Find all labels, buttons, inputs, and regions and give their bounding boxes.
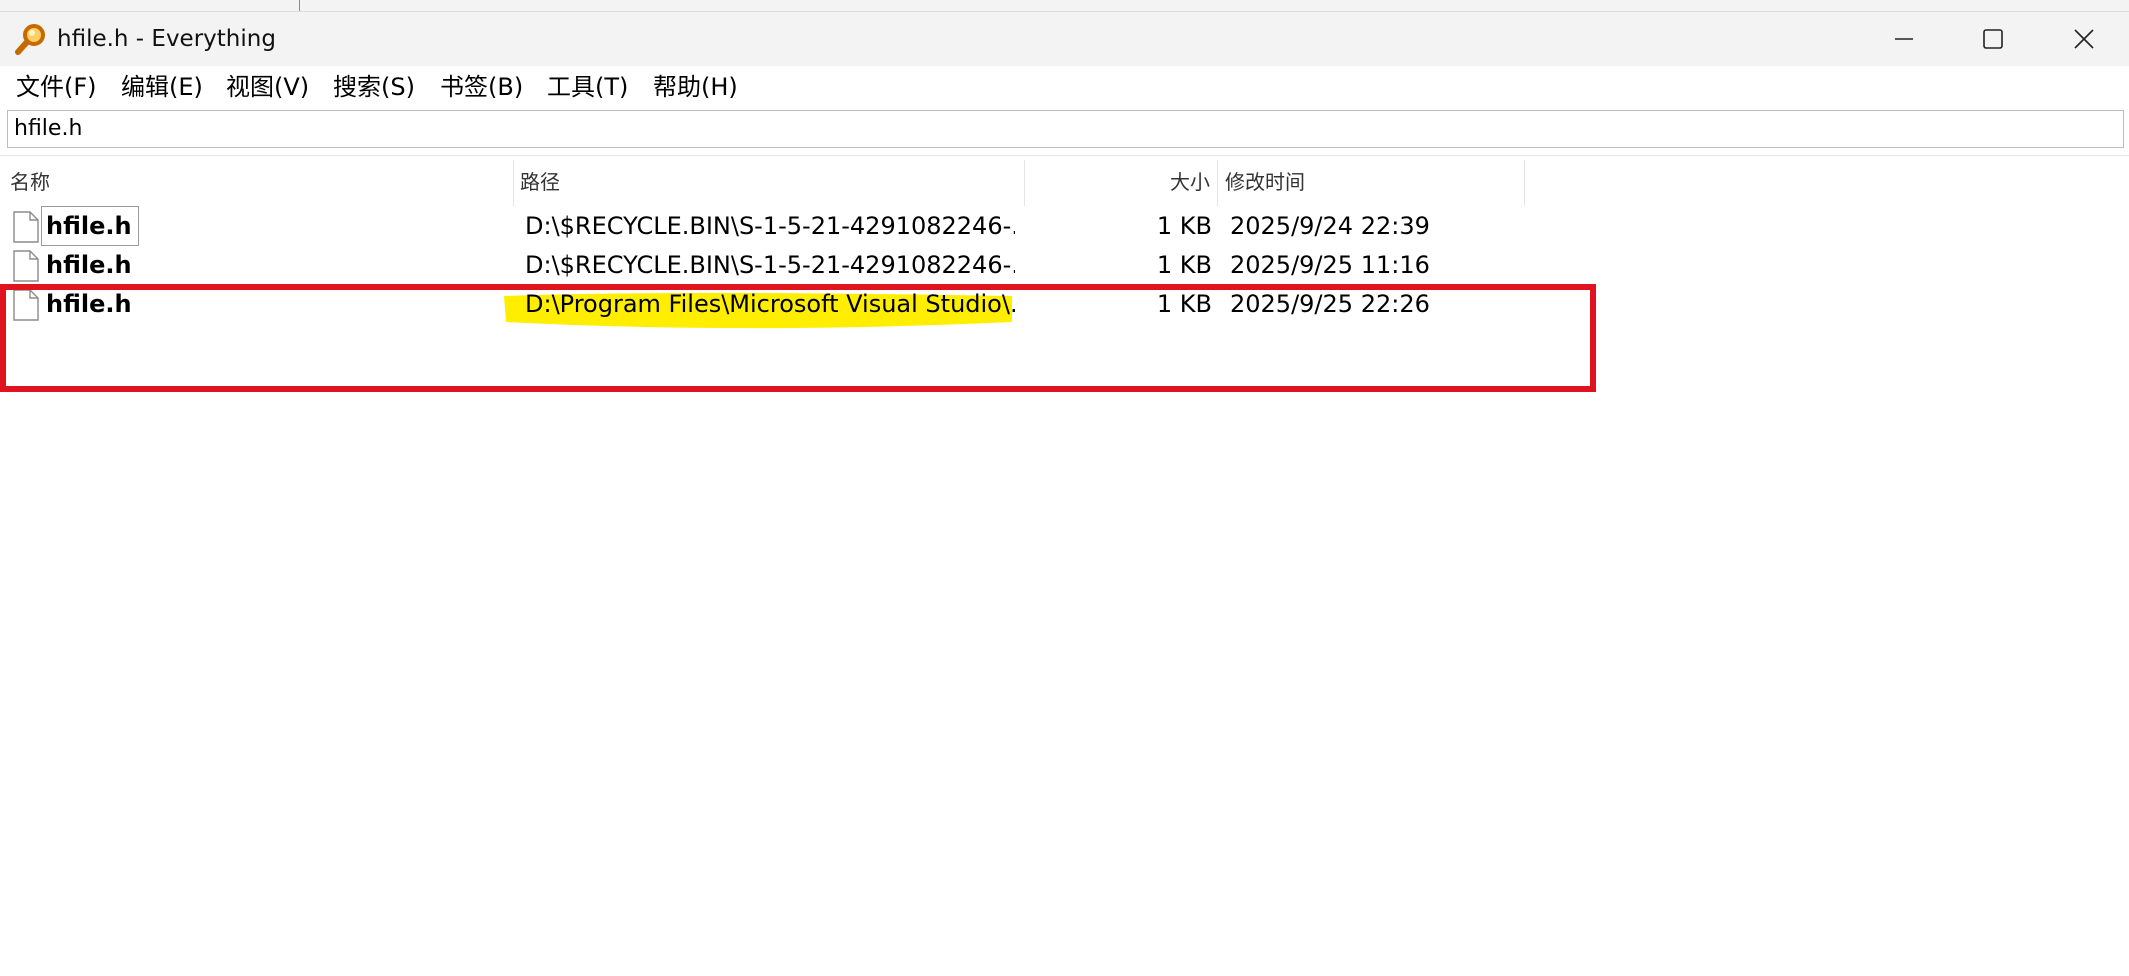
title-bar[interactable]: hfile.h - Everything (0, 12, 2129, 66)
menu-tools[interactable]: 工具(T) (543, 70, 632, 104)
column-divider[interactable] (1217, 160, 1218, 206)
window-title: hfile.h - Everything (57, 26, 276, 52)
maximize-button[interactable] (1948, 12, 2038, 66)
search-input[interactable]: hfile.h (7, 110, 2124, 148)
magnifier-icon (14, 22, 48, 56)
result-row[interactable]: hfile.h D:\$RECYCLE.BIN\S-1-5-21-4291082… (0, 246, 1525, 284)
result-modified: 2025/9/25 11:16 (1230, 251, 1430, 279)
red-annotation-box (0, 284, 1596, 392)
column-divider[interactable] (513, 160, 514, 206)
result-modified: 2025/9/24 22:39 (1230, 212, 1430, 240)
file-icon (13, 211, 39, 243)
column-header-path[interactable]: 路径 (520, 158, 560, 206)
close-button[interactable] (2039, 12, 2129, 66)
result-path: D:\$RECYCLE.BIN\S-1-5-21-4291082246-... (525, 212, 1015, 240)
result-size: 1 KB (1156, 212, 1212, 240)
everything-window: hfile.h - Everything 文件(F) 编辑(E) 视图(V) 搜… (0, 0, 2129, 976)
column-divider[interactable] (1524, 160, 1525, 206)
minimize-button[interactable] (1858, 12, 1948, 66)
result-row[interactable]: hfile.h D:\$RECYCLE.BIN\S-1-5-21-4291082… (0, 206, 1525, 246)
column-header-modified[interactable]: 修改时间 (1225, 158, 1305, 206)
search-input-value: hfile.h (14, 116, 83, 141)
maximize-icon (1983, 29, 2003, 49)
column-header-name[interactable]: 名称 (10, 158, 50, 206)
result-path: D:\$RECYCLE.BIN\S-1-5-21-4291082246-... (525, 251, 1015, 279)
screen-divider (299, 0, 300, 11)
menu-edit[interactable]: 编辑(E) (117, 70, 207, 104)
result-size: 1 KB (1156, 251, 1212, 279)
results-header: 名称 路径 大小 修改时间 (0, 158, 2129, 206)
menu-view[interactable]: 视图(V) (222, 70, 313, 104)
search-divider (0, 155, 2129, 156)
column-header-size[interactable]: 大小 (1170, 158, 1210, 206)
result-name[interactable]: hfile.h (41, 206, 139, 246)
menu-bookmarks[interactable]: 书签(B) (436, 70, 527, 104)
screen-top-strip (0, 0, 2129, 12)
file-icon (13, 250, 39, 282)
close-icon (2074, 29, 2094, 49)
result-name[interactable]: hfile.h (46, 246, 132, 284)
menu-search[interactable]: 搜索(S) (329, 70, 419, 104)
column-divider[interactable] (1024, 160, 1025, 206)
menu-bar: 文件(F) 编辑(E) 视图(V) 搜索(S) 书签(B) 工具(T) 帮助(H… (0, 66, 2129, 108)
menu-help[interactable]: 帮助(H) (649, 70, 742, 104)
menu-file[interactable]: 文件(F) (12, 70, 101, 104)
minimize-icon (1895, 38, 1913, 40)
